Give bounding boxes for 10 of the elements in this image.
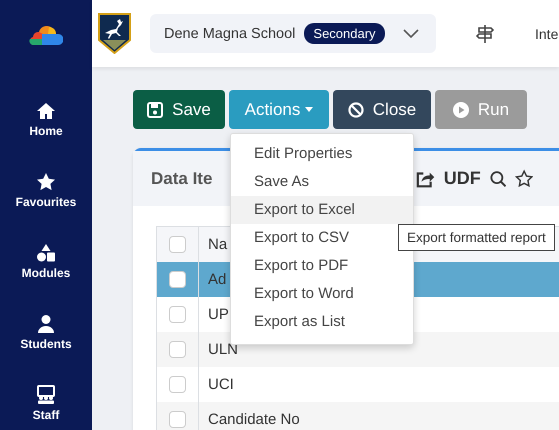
panel-title: Data Ite: [151, 168, 212, 188]
column-header: Na: [208, 236, 228, 253]
table-cell: ULN: [208, 341, 238, 358]
phase-badge: Secondary: [304, 23, 385, 44]
school-name: Dene Magna School: [164, 26, 296, 42]
table-cell: Candidate No: [208, 411, 300, 428]
table-cell: UCI: [208, 376, 234, 393]
table-cell: Ad: [208, 271, 226, 288]
tooltip: Export formatted report: [398, 224, 555, 251]
table-cell: UP: [208, 306, 229, 323]
